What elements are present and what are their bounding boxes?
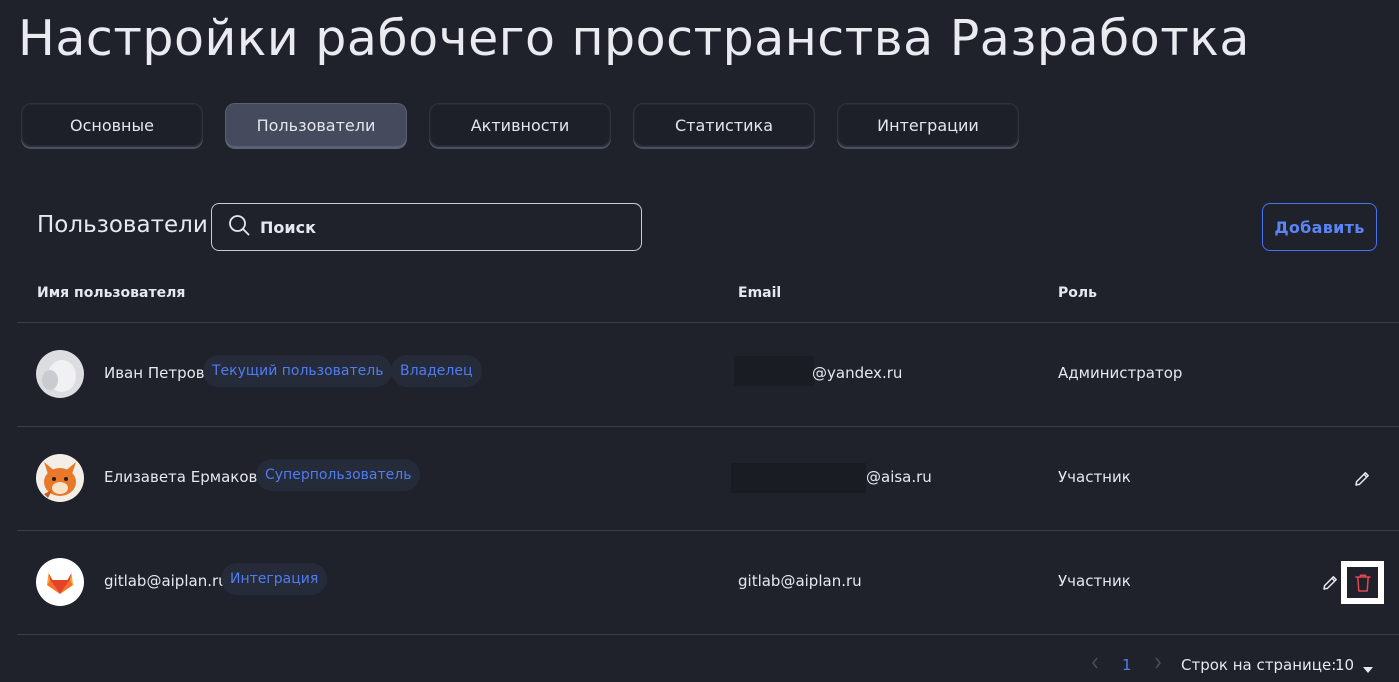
user-role: Администратор [1058,364,1183,382]
delete-button[interactable] [1341,561,1384,604]
user-name: gitlab@aiplan.ru [104,572,228,590]
add-user-button[interactable]: Добавить [1262,203,1377,251]
prev-page-icon[interactable] [1090,655,1100,675]
page-number-current[interactable]: 1 [1122,656,1132,674]
column-header-email: Email [738,285,782,301]
user-role: Участник [1058,572,1131,590]
trash-icon [1347,567,1378,598]
user-email: gitlab@aiplan.ru [738,572,862,590]
search-input[interactable]: Поиск [211,203,642,251]
avatar [36,350,84,398]
badge-current-user: Текущий пользователь [203,355,393,387]
table-row: Иван Петров Текущий пользователь Владеле… [0,322,1399,426]
badge-integration: Интеграция [221,563,328,595]
badge-owner: Владелец [391,355,482,387]
tab-activities[interactable]: Активности [429,103,611,147]
column-header-name: Имя пользователя [37,285,186,301]
user-name: Иван Петров [104,364,205,382]
rows-per-page-select[interactable]: 10 [1335,656,1354,674]
next-page-icon[interactable] [1153,655,1163,675]
page-title: Настройки рабочего пространства Разработ… [18,10,1250,67]
search-icon [228,214,250,240]
edit-icon[interactable] [1352,469,1372,489]
gitlab-logo-icon [36,558,84,606]
tab-integrations[interactable]: Интеграции [837,103,1019,147]
avatar [36,454,84,502]
user-email: @aisa.ru [866,468,932,486]
tab-users[interactable]: Пользователи [225,103,407,147]
user-role: Участник [1058,468,1131,486]
column-header-role: Роль [1058,285,1097,301]
search-placeholder: Поиск [260,217,316,237]
edit-icon[interactable] [1320,573,1340,593]
divider [17,634,1399,635]
settings-tabs: Основные Пользователи Активности Статист… [21,103,1019,147]
user-email: @yandex.ru [812,364,903,382]
redacted-email-part [731,463,866,493]
user-name: Елизавета Ермакова [104,468,267,486]
tab-statistics[interactable]: Статистика [633,103,815,147]
chevron-down-icon[interactable] [1362,660,1374,678]
badge-superuser: Суперпользователь [256,459,421,491]
rows-per-page-label: Строк на странице: [1181,656,1337,674]
redacted-email-part [734,356,814,386]
tab-general[interactable]: Основные [21,103,203,147]
table-row: gitlab@aiplan.ru Интеграция gitlab@aipla… [0,530,1399,634]
users-section-title: Пользователи [37,212,208,238]
table-row: Елизавета Ермакова Суперпользователь @ai… [0,426,1399,530]
